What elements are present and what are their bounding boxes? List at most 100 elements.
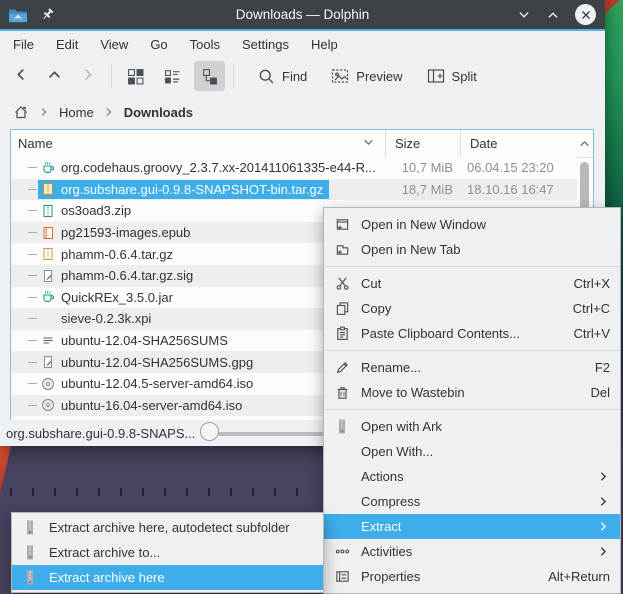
menu-item-extract[interactable]: Extract	[324, 514, 620, 539]
column-header-date[interactable]: Date	[460, 130, 568, 157]
icons-view-button[interactable]	[120, 61, 151, 91]
back-button[interactable]	[12, 66, 29, 86]
jar-file-icon	[41, 290, 55, 304]
column-header-name[interactable]: Name	[11, 136, 385, 152]
preview-button[interactable]: Preview	[331, 68, 402, 84]
submenu-arrow-icon	[597, 545, 610, 558]
cut-icon	[334, 276, 350, 292]
iso-file-icon	[41, 398, 55, 412]
titlebar[interactable]: Downloads — Dolphin	[0, 0, 605, 29]
menu-item-paste[interactable]: Paste Clipboard Contents... Ctrl+V	[324, 321, 620, 346]
details-view-button[interactable]	[194, 61, 225, 91]
window-title: Downloads — Dolphin	[0, 7, 605, 22]
menu-shortcut: Del	[590, 385, 610, 400]
text-file-icon	[41, 334, 55, 348]
up-button[interactable]	[46, 66, 63, 86]
archive-file-icon	[41, 182, 55, 196]
archive-file-icon	[41, 247, 55, 261]
split-icon	[427, 68, 445, 84]
menu-shortcut: Alt+Return	[548, 569, 610, 584]
paste-icon	[334, 326, 350, 342]
menu-item-cut[interactable]: Cut Ctrl+X	[324, 271, 620, 296]
scrollbar-up-icon[interactable]	[577, 130, 592, 156]
menu-item-rename[interactable]: Rename... F2	[324, 355, 620, 380]
menu-shortcut: Ctrl+C	[573, 301, 610, 316]
desktop-wallpaper-red-sliver	[0, 446, 11, 494]
breadcrumb-downloads[interactable]: Downloads	[124, 105, 193, 120]
menu-separator	[325, 409, 619, 410]
submenu-item-extract-archive-here[interactable]: Extract archive here	[12, 565, 323, 590]
extract-archive-icon	[22, 520, 38, 536]
submenu-arrow-icon	[597, 520, 610, 533]
menu-item-open-in-new-window[interactable]: Open in New Window	[324, 212, 620, 237]
preview-icon	[331, 68, 349, 84]
activities-icon	[334, 544, 350, 560]
menu-shortcut: Ctrl+X	[574, 276, 610, 291]
menu-item-move-to-wastebin[interactable]: Move to Wastebin Del	[324, 380, 620, 405]
menu-item-open-with[interactable]: Open With...	[324, 439, 620, 464]
jar-file-icon	[41, 161, 55, 175]
menu-go[interactable]: Go	[150, 34, 180, 55]
menu-item-open-with-ark[interactable]: Open with Ark	[324, 414, 620, 439]
epub-file-icon	[41, 226, 55, 240]
iso-file-icon	[41, 377, 55, 391]
window-new-icon	[334, 217, 350, 233]
close-button[interactable]	[575, 4, 596, 25]
menu-item-open-in-new-tab[interactable]: Open in New Tab	[324, 237, 620, 262]
extract-archive-icon	[22, 570, 38, 586]
toolbar: Find Preview Split	[0, 57, 605, 95]
file-row-selected[interactable]: org.subshare.gui-0.9.8-SNAPSHOT-bin.tar.…	[11, 179, 577, 201]
search-icon	[258, 68, 275, 85]
home-icon[interactable]	[13, 104, 29, 120]
submenu-item-extract-here-autodetect[interactable]: Extract archive here, autodetect subfold…	[12, 515, 323, 540]
menu-item-copy[interactable]: Copy Ctrl+C	[324, 296, 620, 321]
menu-edit[interactable]: Edit	[56, 34, 91, 55]
compact-view-button[interactable]	[157, 61, 188, 91]
menu-settings[interactable]: Settings	[242, 34, 302, 55]
extract-archive-icon	[22, 545, 38, 561]
extract-submenu: Extract archive here, autodetect subfold…	[11, 512, 324, 593]
desktop-wallpaper-ticks	[10, 488, 318, 496]
menu-separator	[325, 266, 619, 267]
context-menu: Open in New Window Open in New Tab Cut C…	[323, 207, 621, 594]
menubar: File Edit View Go Tools Settings Help	[0, 31, 605, 57]
breadcrumb-separator-icon	[38, 106, 50, 118]
submenu-arrow-icon	[597, 495, 610, 508]
tab-new-icon	[334, 242, 350, 258]
menu-item-activities[interactable]: Activities	[324, 539, 620, 564]
maximize-button[interactable]	[546, 8, 560, 22]
zoom-slider-handle[interactable]	[200, 422, 219, 441]
menu-separator	[325, 350, 619, 351]
breadcrumb-separator-icon	[103, 106, 115, 118]
menu-help[interactable]: Help	[311, 34, 351, 55]
menu-shortcut: F2	[595, 360, 610, 375]
blank-file-icon	[41, 312, 55, 326]
copy-icon	[334, 301, 350, 317]
sort-indicator-icon	[362, 136, 375, 152]
trash-icon	[334, 385, 350, 401]
breadcrumb-home[interactable]: Home	[59, 105, 94, 120]
menu-view[interactable]: View	[100, 34, 141, 55]
find-button[interactable]: Find	[258, 68, 307, 85]
menu-tools[interactable]: Tools	[190, 34, 233, 55]
submenu-arrow-icon	[597, 470, 610, 483]
file-row[interactable]: org.codehaus.groovy_2.3.7.xx-20141106133…	[11, 157, 577, 179]
menu-item-compress[interactable]: Compress	[324, 489, 620, 514]
menu-shortcut: Ctrl+V	[574, 326, 610, 341]
rename-icon	[334, 360, 350, 376]
statusbar-selection-label: org.subshare.gui-0.9.8-SNAPS...	[6, 426, 195, 441]
column-header-size[interactable]: Size	[385, 130, 460, 157]
ark-archive-icon	[334, 419, 350, 435]
minimize-button[interactable]	[517, 8, 531, 22]
menu-file[interactable]: File	[13, 34, 47, 55]
signature-file-icon	[41, 355, 55, 369]
forward-button[interactable]	[80, 66, 97, 86]
signature-file-icon	[41, 269, 55, 283]
properties-icon	[334, 569, 350, 585]
submenu-item-extract-archive-to[interactable]: Extract archive to...	[12, 540, 323, 565]
list-header: Name Size Date	[11, 130, 593, 158]
toolbar-separator	[233, 64, 234, 88]
menu-item-properties[interactable]: Properties Alt+Return	[324, 564, 620, 589]
split-button[interactable]: Split	[427, 68, 477, 84]
menu-item-actions[interactable]: Actions	[324, 464, 620, 489]
